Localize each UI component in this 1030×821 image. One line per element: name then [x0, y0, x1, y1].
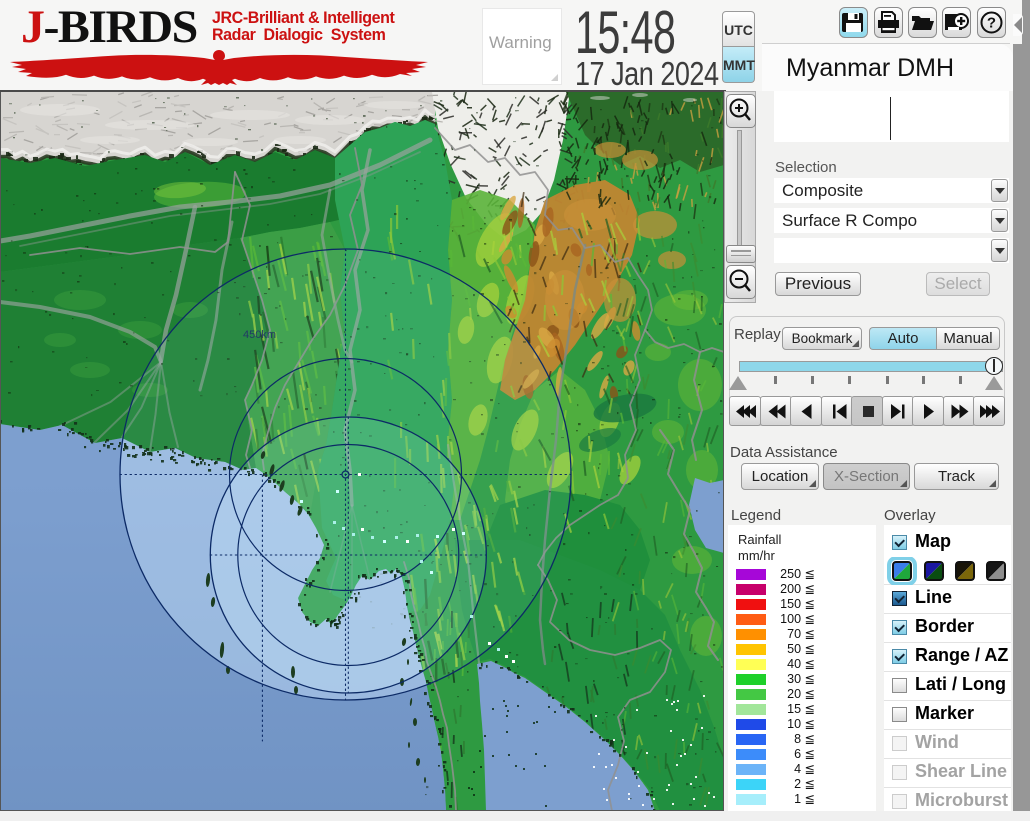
svg-text:450km: 450km [243, 329, 276, 341]
svg-text:?: ? [987, 15, 996, 32]
